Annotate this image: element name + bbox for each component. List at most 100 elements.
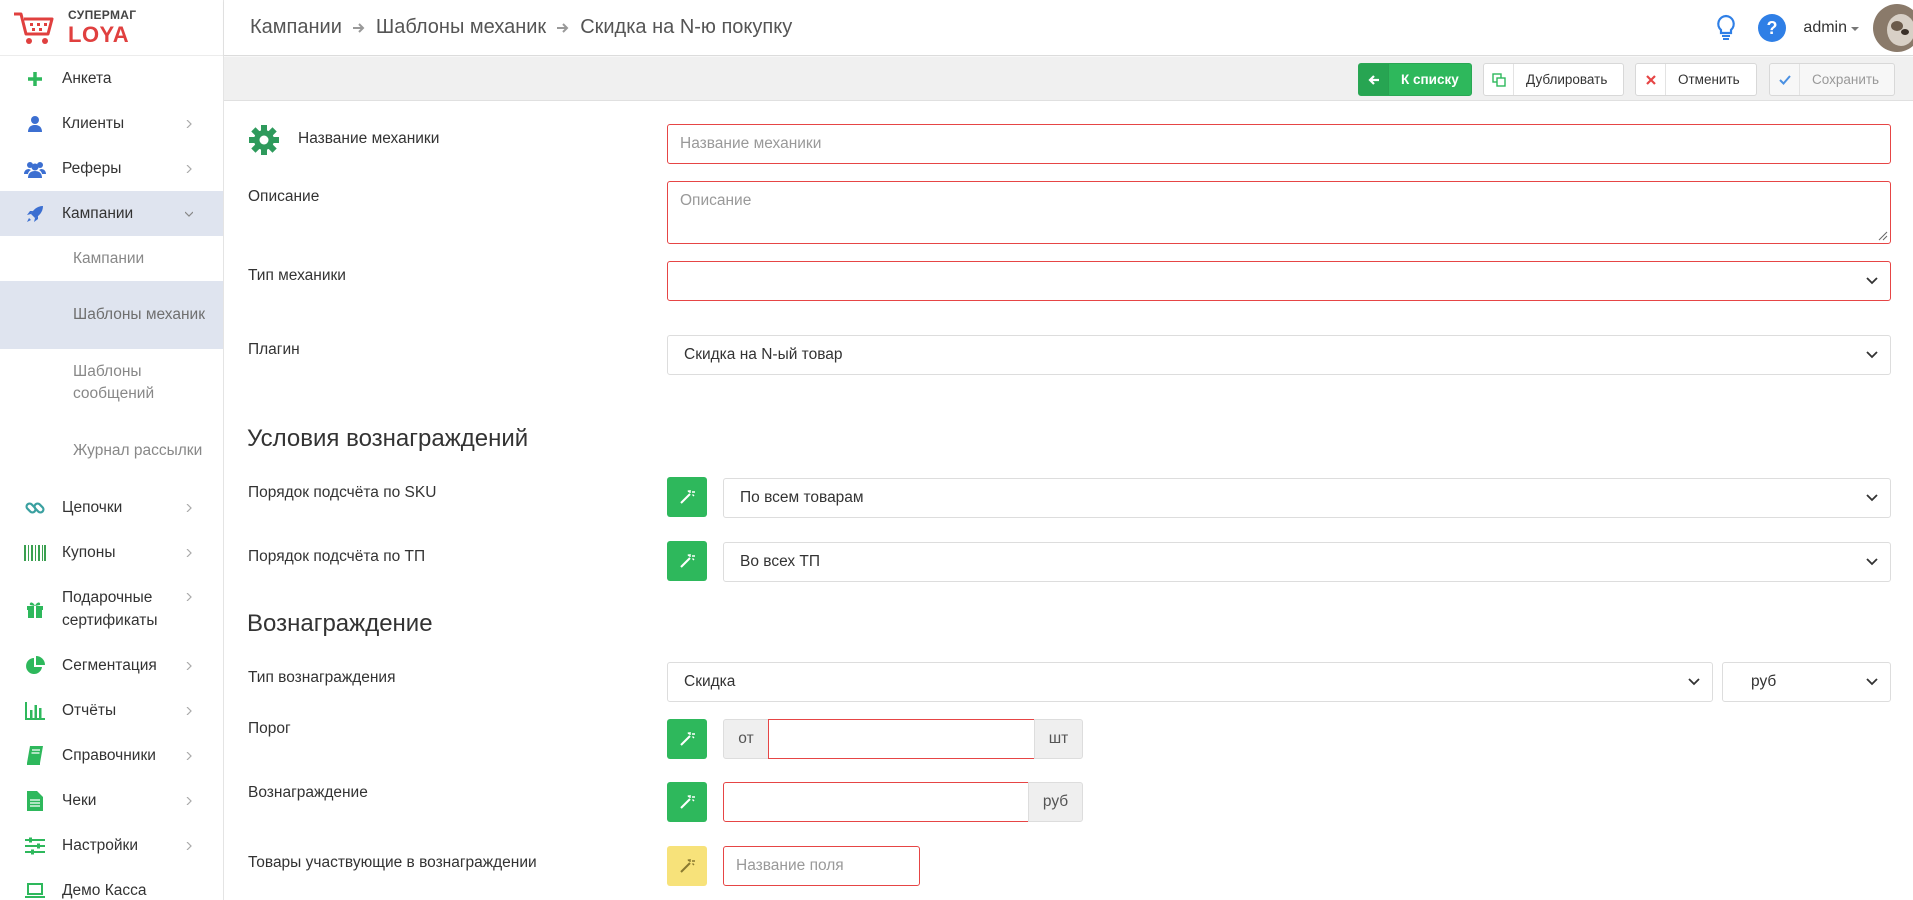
link-icon bbox=[24, 497, 46, 519]
sidebar-item-clients[interactable]: Клиенты bbox=[0, 101, 223, 146]
currency-select[interactable]: руб bbox=[1722, 662, 1891, 702]
magic-wand-icon bbox=[680, 732, 695, 746]
tp-order-label: Порядок подсчёта по ТП bbox=[248, 548, 426, 565]
chevron-down-icon bbox=[185, 211, 193, 217]
sidebar-item-label: Цепочки bbox=[62, 499, 123, 516]
reward-amount-input[interactable] bbox=[723, 782, 1029, 822]
sidebar-item-label: Подарочные сертификаты bbox=[62, 589, 158, 629]
sidebar-item-label: Кампании bbox=[62, 205, 134, 222]
threshold-suffix: шт bbox=[1034, 719, 1083, 759]
reward-amount-suffix: руб bbox=[1028, 782, 1083, 822]
duplicate-button[interactable]: Дублировать bbox=[1483, 63, 1624, 96]
sidebar-item-label: Анкета bbox=[62, 70, 112, 87]
sku-wand-button[interactable] bbox=[667, 477, 707, 517]
chevron-right-icon bbox=[186, 164, 192, 173]
magic-wand-icon bbox=[680, 490, 695, 504]
sidebar-item-coupons[interactable]: Купоны bbox=[0, 530, 223, 575]
chevron-right-icon bbox=[186, 796, 192, 805]
save-button[interactable]: Сохранить bbox=[1769, 63, 1895, 96]
chevron-right-icon bbox=[186, 593, 192, 601]
sidebar-subitem-mechanics-templates[interactable]: Шаблоны механик bbox=[0, 281, 223, 349]
description-textarea[interactable]: Описание bbox=[667, 181, 1891, 244]
arrow-right-icon bbox=[352, 22, 365, 33]
sidebar-item-label: Чеки bbox=[62, 792, 97, 809]
chevron-down-icon bbox=[1866, 277, 1878, 285]
logo-line1: СУПЕРМАГ bbox=[68, 8, 137, 22]
sidebar-item-receipts[interactable]: Чеки bbox=[0, 778, 223, 823]
threshold-wand-button[interactable] bbox=[667, 719, 707, 759]
breadcrumb-item-campaigns[interactable]: Кампании bbox=[250, 16, 342, 39]
sidebar-item-label: Демо Касса bbox=[62, 882, 147, 899]
sidebar-item-gift-certificates[interactable]: Подарочные сертификаты bbox=[0, 575, 223, 643]
chevron-right-icon bbox=[186, 841, 192, 850]
laptop-icon bbox=[24, 880, 46, 900]
plugin-label: Плагин bbox=[248, 341, 300, 358]
chevron-down-icon bbox=[1866, 558, 1878, 566]
reward-type-select[interactable]: Скидка bbox=[667, 662, 1713, 702]
breadcrumb-item-current: Скидка на N-ю покупку bbox=[580, 16, 793, 38]
mechanic-type-label: Тип механики bbox=[248, 267, 346, 284]
sidebar-item-label: Справочники bbox=[62, 747, 156, 764]
mechanic-name-input[interactable]: Название механики bbox=[667, 124, 1891, 164]
sidebar-item-label: Сегментация bbox=[62, 657, 157, 674]
breadcrumb-item-templates[interactable]: Шаблоны механик bbox=[376, 16, 546, 39]
reward-wand-button[interactable] bbox=[667, 782, 707, 822]
goods-label: Товары участвующие в вознаграждении bbox=[248, 854, 537, 871]
sidebar-item-directories[interactable]: Справочники bbox=[0, 733, 223, 778]
threshold-input[interactable] bbox=[768, 719, 1035, 759]
chevron-down-icon bbox=[1866, 494, 1878, 502]
sidebar-item-label: Клиенты bbox=[62, 115, 125, 132]
tp-order-select[interactable]: Во всех ТП bbox=[723, 542, 1891, 582]
chevron-down-icon bbox=[1866, 678, 1878, 686]
chevron-right-icon bbox=[186, 706, 192, 715]
conditions-heading: Условия вознаграждений bbox=[247, 425, 529, 452]
description-label: Описание bbox=[248, 188, 320, 205]
lightbulb-icon[interactable] bbox=[1711, 13, 1741, 43]
avatar[interactable] bbox=[1873, 4, 1913, 52]
sidebar-subitem-mailing-log[interactable]: Журнал рассылки bbox=[0, 417, 223, 485]
resize-handle-icon[interactable] bbox=[1878, 231, 1888, 241]
toolbar: К списку Дублировать Отменить Сохранить bbox=[224, 57, 1913, 101]
name-label: Название механики bbox=[298, 130, 440, 147]
top-header: Кампании Шаблоны механик Скидка на N-ю п… bbox=[224, 0, 1913, 56]
chevron-down-icon bbox=[1866, 351, 1878, 359]
file-icon bbox=[24, 790, 46, 812]
back-to-list-button[interactable]: К списку bbox=[1358, 63, 1472, 96]
arrow-right-icon bbox=[557, 22, 569, 33]
chevron-right-icon bbox=[186, 661, 192, 670]
users-icon bbox=[24, 158, 46, 180]
sidebar-item-chains[interactable]: Цепочки bbox=[0, 485, 223, 530]
check-icon bbox=[1770, 64, 1800, 95]
chevron-down-icon bbox=[1688, 678, 1700, 686]
logo-line2: LOYA bbox=[68, 22, 130, 47]
sidebar-subitem-message-templates[interactable]: Шаблоны сообщений bbox=[0, 349, 223, 417]
magic-wand-icon bbox=[680, 795, 695, 809]
goods-field-input[interactable]: Название поля bbox=[723, 846, 920, 886]
username: admin bbox=[1803, 19, 1847, 36]
user-menu[interactable]: admin bbox=[1803, 19, 1859, 37]
chevron-right-icon bbox=[186, 751, 192, 760]
goods-wand-button[interactable] bbox=[667, 846, 707, 886]
caret-down-icon bbox=[1851, 27, 1859, 31]
sidebar-item-demo-pos[interactable]: Демо Касса bbox=[0, 868, 223, 900]
sidebar-subitem-campaigns[interactable]: Кампании bbox=[0, 236, 223, 281]
sidebar-item-segmentation[interactable]: Сегментация bbox=[0, 643, 223, 688]
help-icon[interactable]: ? bbox=[1757, 13, 1787, 43]
chevron-right-icon bbox=[186, 503, 192, 512]
plugin-select[interactable]: Скидка на N-ый товар bbox=[667, 335, 1891, 375]
mechanic-type-select[interactable] bbox=[667, 261, 1891, 301]
svg-text:?: ? bbox=[1767, 18, 1778, 38]
sidebar-item-reports[interactable]: Отчёты bbox=[0, 688, 223, 733]
cancel-button[interactable]: Отменить bbox=[1635, 63, 1757, 96]
sku-order-select[interactable]: По всем товарам bbox=[723, 478, 1891, 518]
tp-wand-button[interactable] bbox=[667, 541, 707, 581]
sidebar-item-survey[interactable]: Анкета bbox=[0, 56, 223, 101]
cart-logo-icon bbox=[14, 12, 54, 44]
sidebar-item-label: Отчёты bbox=[62, 702, 117, 719]
sidebar-item-referrers[interactable]: Реферы bbox=[0, 146, 223, 191]
logo[interactable]: СУПЕРМАГ LOYA bbox=[0, 0, 223, 56]
sidebar: СУПЕРМАГ LOYA Анкета Клиенты Реферы Камп… bbox=[0, 0, 224, 900]
sidebar-item-settings[interactable]: Настройки bbox=[0, 823, 223, 868]
sidebar-item-campaigns[interactable]: Кампании bbox=[0, 191, 223, 236]
sidebar-item-label: Реферы bbox=[62, 160, 122, 177]
